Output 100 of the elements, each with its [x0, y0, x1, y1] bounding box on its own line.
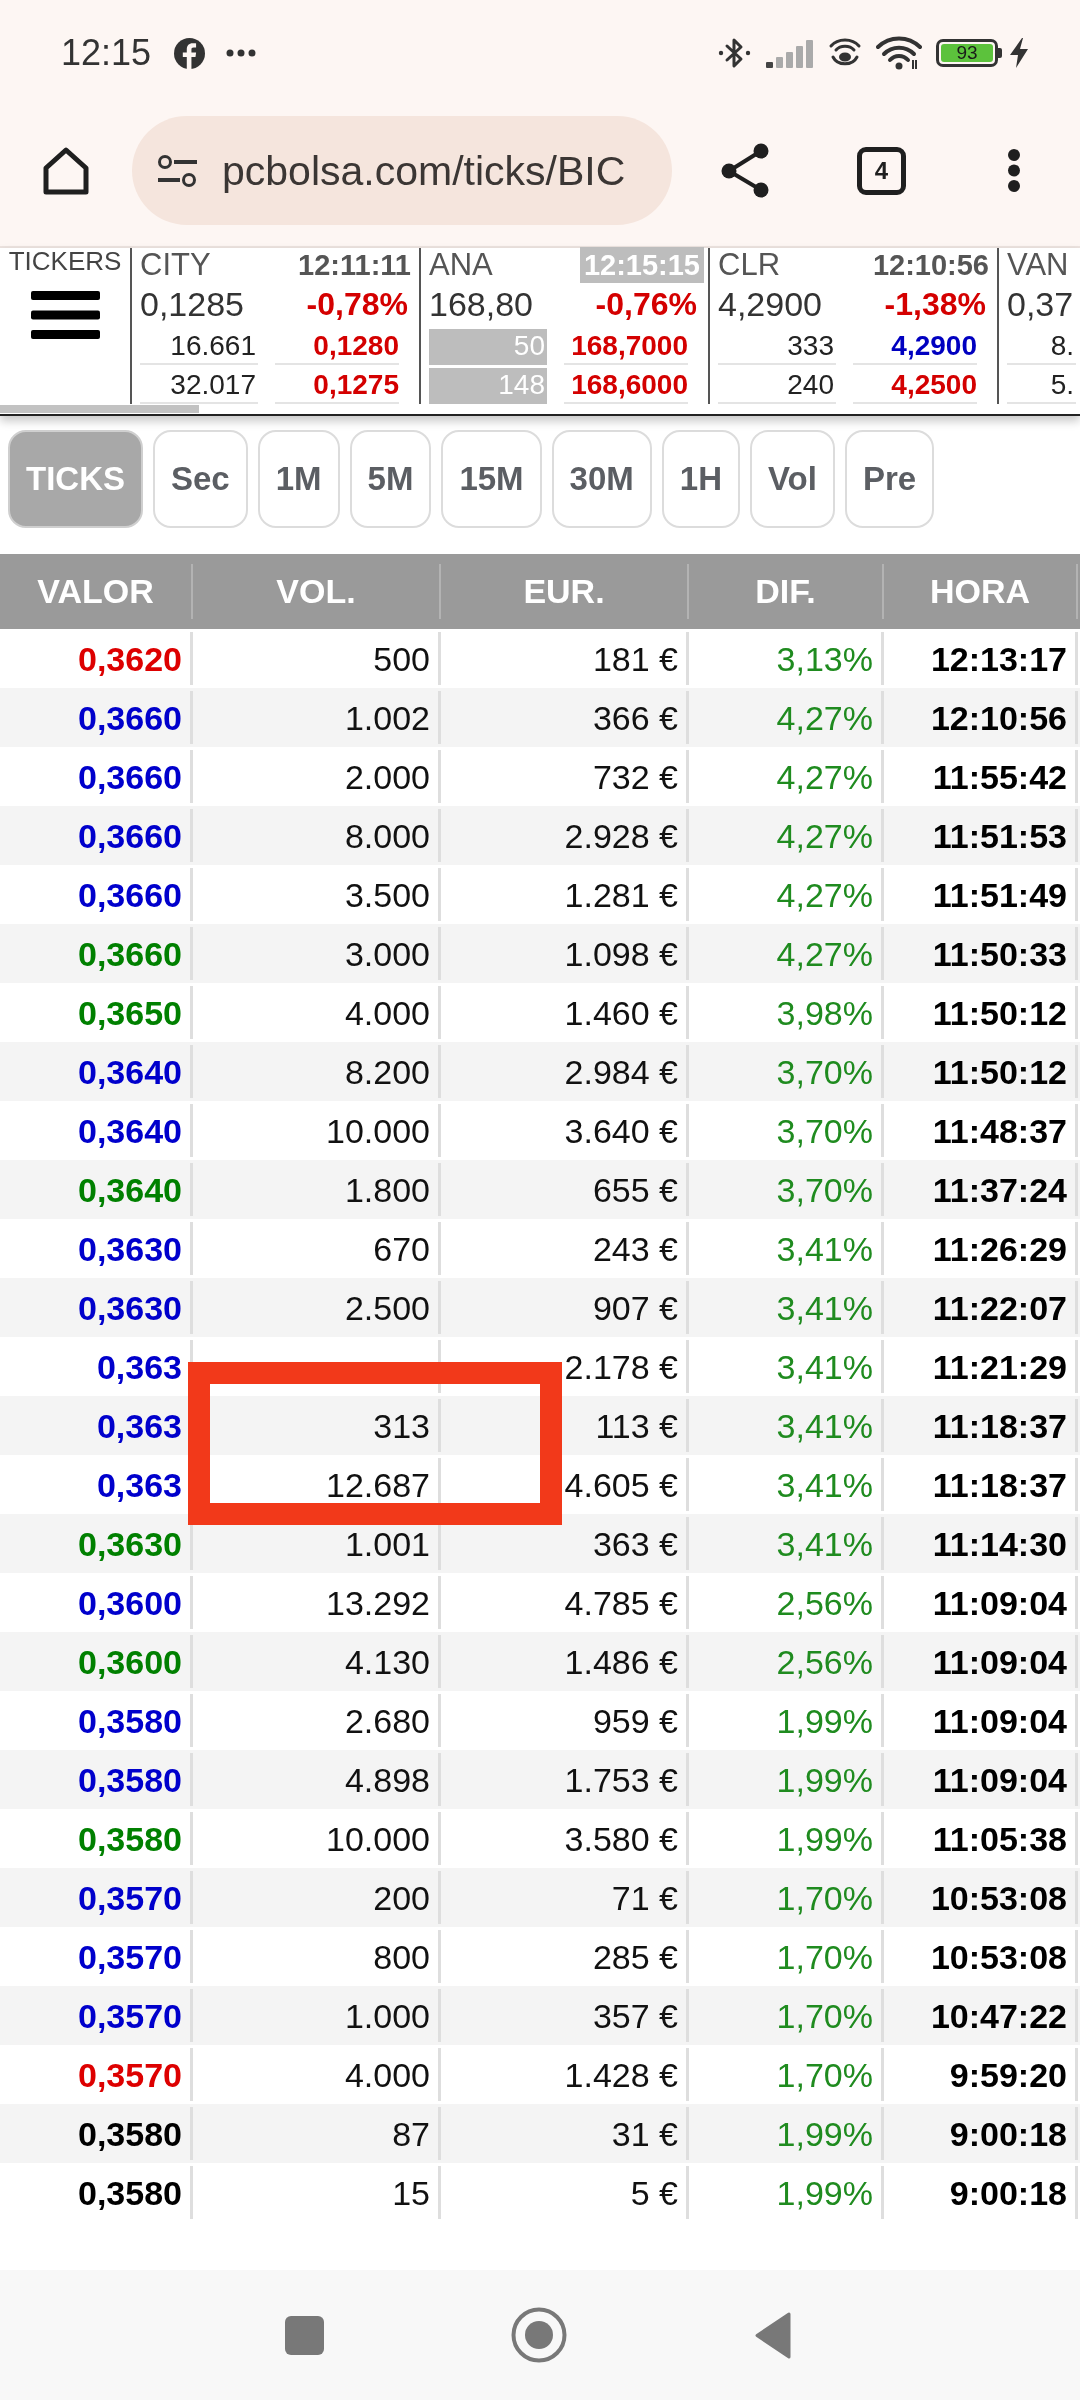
percent-change: 4,27% [776, 877, 873, 912]
ticker-symbol[interactable]: VAN [1007, 248, 1069, 282]
menu-icon[interactable] [30, 291, 100, 339]
trade-volume: 1.002 [344, 700, 430, 735]
trade-price: 0,3580 [78, 2116, 182, 2151]
percent-change: 1,99% [776, 1762, 873, 1797]
signal-bars-icon [766, 38, 814, 68]
trade-time: 9:00:18 [949, 2116, 1067, 2151]
percent-change: 1,70% [776, 1998, 873, 2033]
trade-volume: 8.200 [344, 1054, 430, 1089]
trade-price: 0,3640 [78, 1113, 182, 1148]
percent-change: 4,27% [776, 936, 873, 971]
period-tab[interactable]: 1H [661, 430, 740, 528]
trade-time: 10:53:08 [930, 1939, 1067, 1974]
period-tab[interactable]: 1M [257, 430, 340, 528]
column-header: HORA [884, 564, 1078, 619]
trade-time: 11:50:33 [932, 936, 1067, 971]
trade-volume: 87 [392, 2116, 430, 2151]
trade-volume: 13.292 [326, 1585, 430, 1620]
trade-amount: 3.640 € [564, 1113, 678, 1148]
bid-volume: 240 [718, 368, 836, 404]
trade-price: 0,3660 [78, 818, 182, 853]
trade-price: 0,363 [96, 1349, 182, 1384]
trade-time: 9:59:20 [949, 2057, 1067, 2092]
bid-volume: 148 [429, 368, 547, 404]
trade-volume: 313 [373, 1408, 430, 1443]
trade-price: 0,3640 [78, 1172, 182, 1207]
more-notifications-icon [226, 49, 257, 57]
trade-price: 0,3570 [78, 2057, 182, 2092]
bid-price: 0,1275 [275, 368, 399, 404]
bid-volume: 5. [1007, 368, 1076, 404]
trade-price: 0,3570 [78, 1939, 182, 1974]
last-price: 4,2900 [718, 284, 822, 324]
period-tab[interactable]: 5M [349, 430, 432, 528]
trade-volume: 12.687 [326, 1467, 430, 1502]
square-icon[interactable] [285, 2315, 324, 2355]
trade-time: 11:09:04 [932, 1762, 1067, 1797]
percent-change: 3,41% [776, 1526, 873, 1561]
sliders-icon[interactable] [157, 154, 198, 187]
trade-amount: 357 € [592, 1998, 678, 2033]
back-icon[interactable] [754, 2311, 792, 2359]
ticker-symbol[interactable]: CLR [718, 248, 780, 282]
bid-price: 0,1280 [275, 329, 399, 365]
trade-time: 11:18:37 [932, 1467, 1067, 1502]
period-tab[interactable]: Sec [153, 430, 248, 528]
period-tab[interactable]: 30M [551, 430, 652, 528]
percent-change: 1,99% [776, 2116, 873, 2151]
ticker-symbol[interactable]: ANA [429, 248, 493, 282]
trade-amount: 366 € [592, 700, 678, 735]
period-tab[interactable]: 15M [441, 430, 542, 528]
wifi-icon [876, 36, 922, 70]
trade-price: 0,3600 [78, 1644, 182, 1679]
trade-amount: 2.928 € [564, 818, 678, 853]
trade-time: 11:09:04 [932, 1644, 1067, 1679]
ticker-symbol[interactable]: CITY [140, 248, 211, 282]
tab-switcher-button[interactable]: 4 [857, 146, 906, 195]
percent-change: 4,27% [776, 759, 873, 794]
trade-volume: 500 [373, 641, 430, 676]
trade-amount: 2.984 € [564, 1054, 678, 1089]
more-options-icon[interactable] [1007, 148, 1021, 193]
trade-amount: 5 € [630, 2175, 678, 2210]
trade-price: 0,3580 [78, 1703, 182, 1738]
bid-volume: 16.661 [140, 329, 258, 365]
ring-dot-icon[interactable] [511, 2307, 567, 2363]
home-icon[interactable] [41, 145, 91, 196]
trade-amount: 1.428 € [564, 2057, 678, 2092]
trade-price: 0,363 [96, 1408, 182, 1443]
percent-change: 3,70% [776, 1054, 873, 1089]
percent-change: 1,99% [776, 1703, 873, 1738]
tickers-label: TICKERS [8, 248, 122, 274]
trade-amount: 1.753 € [564, 1762, 678, 1797]
percent-change: 4,27% [776, 818, 873, 853]
trade-amount: 71 € [611, 1880, 678, 1915]
share-icon[interactable] [720, 143, 770, 198]
trade-time: 11:09:04 [932, 1585, 1067, 1620]
trade-price: 0,3630 [78, 1290, 182, 1325]
update-time: 12:10:56 [871, 248, 990, 283]
address-bar[interactable]: pcbolsa.com/ticks/BIC [132, 116, 672, 225]
percent-change: 3,70% [776, 1113, 873, 1148]
trade-time: 11:51:49 [932, 877, 1067, 912]
trade-volume: 3.000 [344, 936, 430, 971]
trade-price: 0,3570 [78, 1880, 182, 1915]
trade-amount: 363 € [592, 1526, 678, 1561]
trade-price: 0,3640 [78, 1054, 182, 1089]
percent-change: 1,99% [776, 1821, 873, 1856]
percent-change: 3,98% [776, 995, 873, 1030]
trade-amount: 959 € [592, 1703, 678, 1738]
trade-volume: 2.500 [344, 1290, 430, 1325]
trade-time: 12:10:56 [930, 700, 1067, 735]
trade-volume: 1.800 [344, 1172, 430, 1207]
trade-volume: 4.898 [344, 1762, 430, 1797]
period-tab[interactable]: Vol [750, 430, 835, 528]
trade-price: 0,3630 [78, 1526, 182, 1561]
percent-change: 1,70% [776, 1939, 873, 1974]
f-logo-icon [174, 37, 206, 69]
trade-volume: 8.000 [344, 818, 430, 853]
trade-price: 0,3650 [78, 995, 182, 1030]
percent-change: 3,41% [776, 1290, 873, 1325]
trade-price: 0,3580 [78, 1762, 182, 1797]
period-tab[interactable]: Pre [844, 430, 935, 528]
